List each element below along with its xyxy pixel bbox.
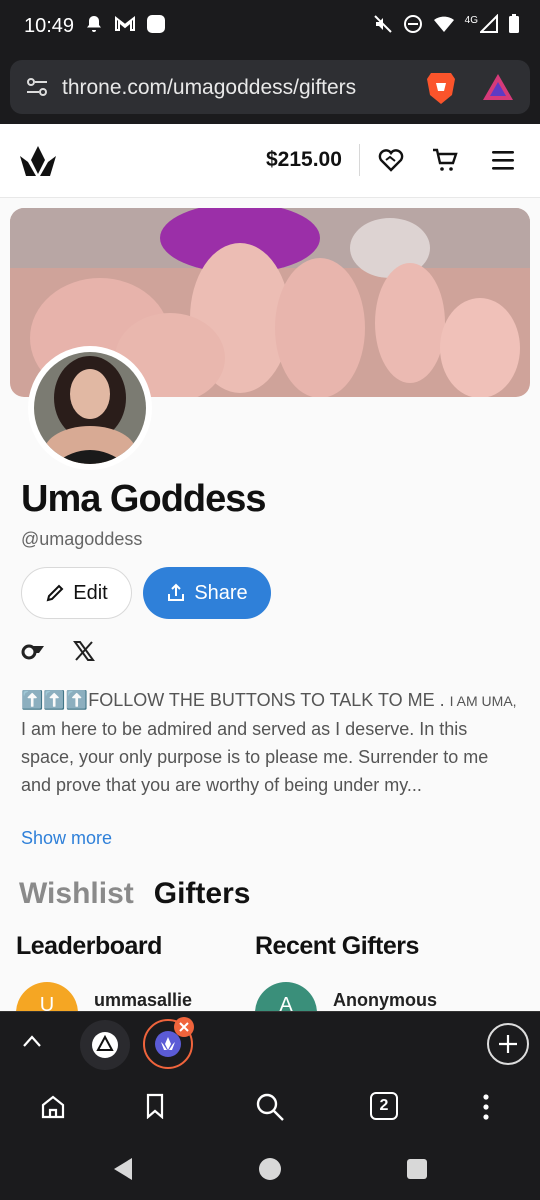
profile-name: Uma Goddess [21, 478, 267, 520]
profile-handle: @umagoddess [21, 529, 143, 549]
back-icon[interactable] [112, 1157, 134, 1181]
address-bar[interactable]: throne.com/umagoddess/gifters [10, 60, 530, 114]
onlyfans-icon[interactable] [21, 642, 45, 660]
heart-handshake-icon[interactable] [378, 148, 404, 172]
more-icon[interactable] [481, 1093, 491, 1121]
chevron-up-icon[interactable] [22, 1034, 42, 1048]
share-button[interactable]: Share [143, 567, 271, 619]
edit-button[interactable]: Edit [21, 567, 132, 619]
tab-gifters[interactable]: Gifters [154, 877, 251, 911]
plus-icon [499, 1035, 517, 1053]
gmail-icon [115, 15, 135, 31]
bio-body: I am here to be admired and served as I … [21, 719, 489, 795]
close-tab-button[interactable] [174, 1017, 194, 1037]
recents-icon[interactable] [406, 1158, 428, 1180]
signal-icon [480, 14, 498, 33]
tab-count-button[interactable]: 2 [370, 1092, 398, 1120]
brave-tab-icon [92, 1032, 118, 1058]
bell-icon [87, 16, 101, 32]
pencil-icon [46, 584, 64, 602]
menu-icon[interactable] [492, 149, 516, 171]
gifter-name: ummasallie [94, 990, 193, 1010]
url-text[interactable]: throne.com/umagoddess/gifters [62, 76, 356, 100]
bookmark-icon[interactable] [145, 1093, 165, 1119]
browser-tab-strip [0, 1011, 540, 1075]
edit-button-label: Edit [73, 581, 108, 604]
browser-bottom-nav: 2 [0, 1075, 540, 1140]
tab-count: 2 [379, 1097, 389, 1114]
battery-icon [509, 14, 519, 33]
profile-avatar[interactable] [28, 346, 152, 470]
site-settings-icon[interactable] [26, 77, 48, 97]
status-bar: 10:49 4G [0, 0, 540, 58]
bio-smallcaps: I AM UMA, [449, 693, 517, 709]
status-time: 10:49 [24, 15, 75, 37]
leaderboard-entry[interactable]: U ummasallie [16, 982, 192, 1011]
leaderboard-title: Leaderboard [16, 932, 162, 960]
mute-icon [373, 15, 392, 33]
browser-toolbar: throne.com/umagoddess/gifters [0, 58, 540, 124]
recent-gifters-title: Recent Gifters [255, 932, 419, 960]
header-divider [359, 144, 360, 176]
wallet-balance[interactable]: $215.00 [266, 148, 342, 172]
wifi-icon [433, 16, 454, 32]
brave-lion-icon[interactable] [426, 71, 456, 105]
app-notification-icon [147, 15, 165, 33]
recent-gifter-entry[interactable]: A Anonymous [255, 982, 437, 1011]
gifter-avatar: A [255, 982, 317, 1011]
social-links [21, 640, 95, 662]
cart-icon[interactable] [432, 148, 458, 172]
web-page: $215.00 Uma Goddess @umagoddess Edit Sha… [0, 124, 540, 1011]
profile-tabs: Wishlist Gifters [19, 877, 250, 911]
dnd-icon [403, 15, 422, 33]
profile-bio: ⬆️⬆️⬆️FOLLOW THE BUTTONS TO TALK TO ME .… [21, 686, 521, 799]
show-more-link[interactable]: Show more [21, 828, 112, 849]
share-button-label: Share [194, 581, 248, 604]
throne-logo-icon[interactable] [18, 144, 58, 178]
x-icon[interactable] [73, 640, 95, 662]
gifter-avatar: U [16, 982, 78, 1011]
home-circle-icon[interactable] [258, 1157, 282, 1181]
new-tab-button[interactable] [487, 1023, 529, 1065]
bio-prefix: ⬆️⬆️⬆️FOLLOW THE BUTTONS TO TALK TO ME . [21, 690, 450, 710]
site-header: $215.00 [0, 124, 540, 198]
close-icon [179, 1022, 189, 1032]
network-type: 4G [464, 14, 478, 26]
home-icon[interactable] [40, 1094, 66, 1120]
system-navigation-bar [0, 1140, 540, 1200]
gifter-name: Anonymous [333, 990, 438, 1010]
share-icon [168, 583, 185, 601]
search-icon[interactable] [255, 1092, 285, 1122]
tab-brave[interactable] [80, 1020, 130, 1070]
tab-wishlist[interactable]: Wishlist [19, 877, 134, 911]
brave-rewards-icon[interactable] [482, 73, 514, 101]
